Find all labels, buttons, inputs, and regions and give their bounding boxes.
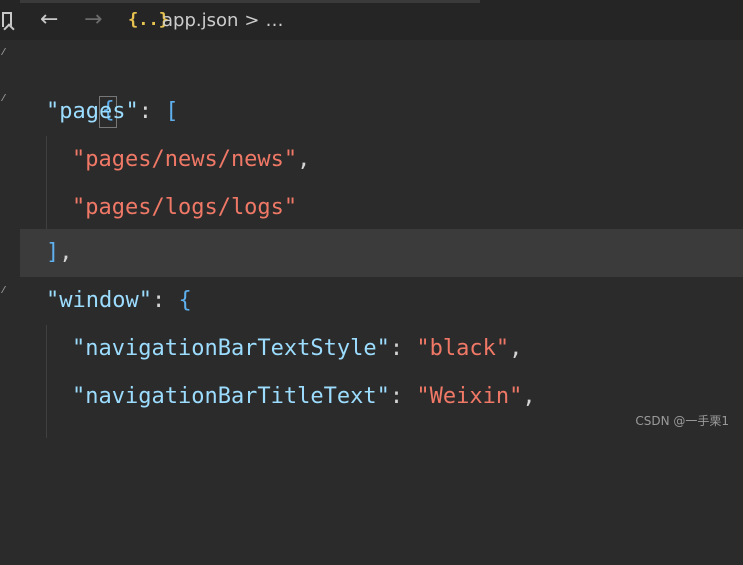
json-string: "Weixin" (416, 384, 523, 409)
json-key: "pages" (46, 99, 139, 124)
json-string: "pages/news/news" (72, 147, 298, 172)
open-bracket: [ (165, 99, 179, 124)
code-line: "window": { (20, 277, 743, 325)
colon: : (151, 288, 166, 313)
json-key: "navigationBarTitleText" (72, 384, 390, 409)
colon: : (389, 336, 404, 361)
comma: , (297, 147, 311, 172)
json-string: "black" (416, 336, 510, 361)
comma: , (509, 336, 523, 361)
indent-guide (46, 325, 47, 373)
comma: , (59, 240, 73, 265)
code-line-current: ], (20, 229, 743, 277)
forward-arrow-icon[interactable]: → (84, 8, 102, 32)
indent-guide (46, 184, 47, 232)
breadcrumb-separator-icon: > (244, 10, 260, 31)
tab-strip-edge (20, 0, 480, 3)
indent-guide (46, 421, 47, 438)
fold-marker-icon[interactable] (0, 94, 14, 101)
code-editor[interactable]: { "pages": [ "pages/news/news", "pages/l… (20, 40, 743, 438)
breadcrumb-filename[interactable]: app.json (162, 10, 238, 31)
code-line: { (20, 40, 743, 128)
open-brace: { (178, 288, 192, 313)
bookmark-icon[interactable] (2, 12, 12, 27)
comma: , (522, 384, 536, 409)
watermark: CSDN @一手栗1 (635, 414, 729, 428)
indent-guide (46, 136, 47, 184)
code-line: "pages/logs/logs" (20, 184, 743, 232)
code-line: "pages": [ (20, 88, 743, 136)
close-bracket: ] (46, 240, 60, 265)
fold-marker-icon[interactable] (0, 286, 14, 293)
json-key: "window" (46, 288, 152, 313)
breadcrumb: app.json > … (162, 10, 284, 31)
fold-marker-icon[interactable] (0, 48, 14, 55)
back-arrow-icon[interactable]: ← (40, 8, 58, 32)
indent-guide (46, 373, 47, 421)
json-string: "pages/logs/logs" (72, 195, 298, 220)
code-line: "navigationBarTextStyle": "black", (20, 325, 743, 373)
breadcrumb-more[interactable]: … (266, 10, 284, 31)
json-key: "navigationBarTextStyle" (72, 336, 390, 361)
editor-toolbar: ← → {..} app.json >… (0, 0, 743, 40)
code-line: "pages/news/news", (20, 136, 743, 184)
colon: : (389, 384, 404, 409)
editor-gutter (0, 40, 20, 438)
colon: : (138, 99, 152, 124)
